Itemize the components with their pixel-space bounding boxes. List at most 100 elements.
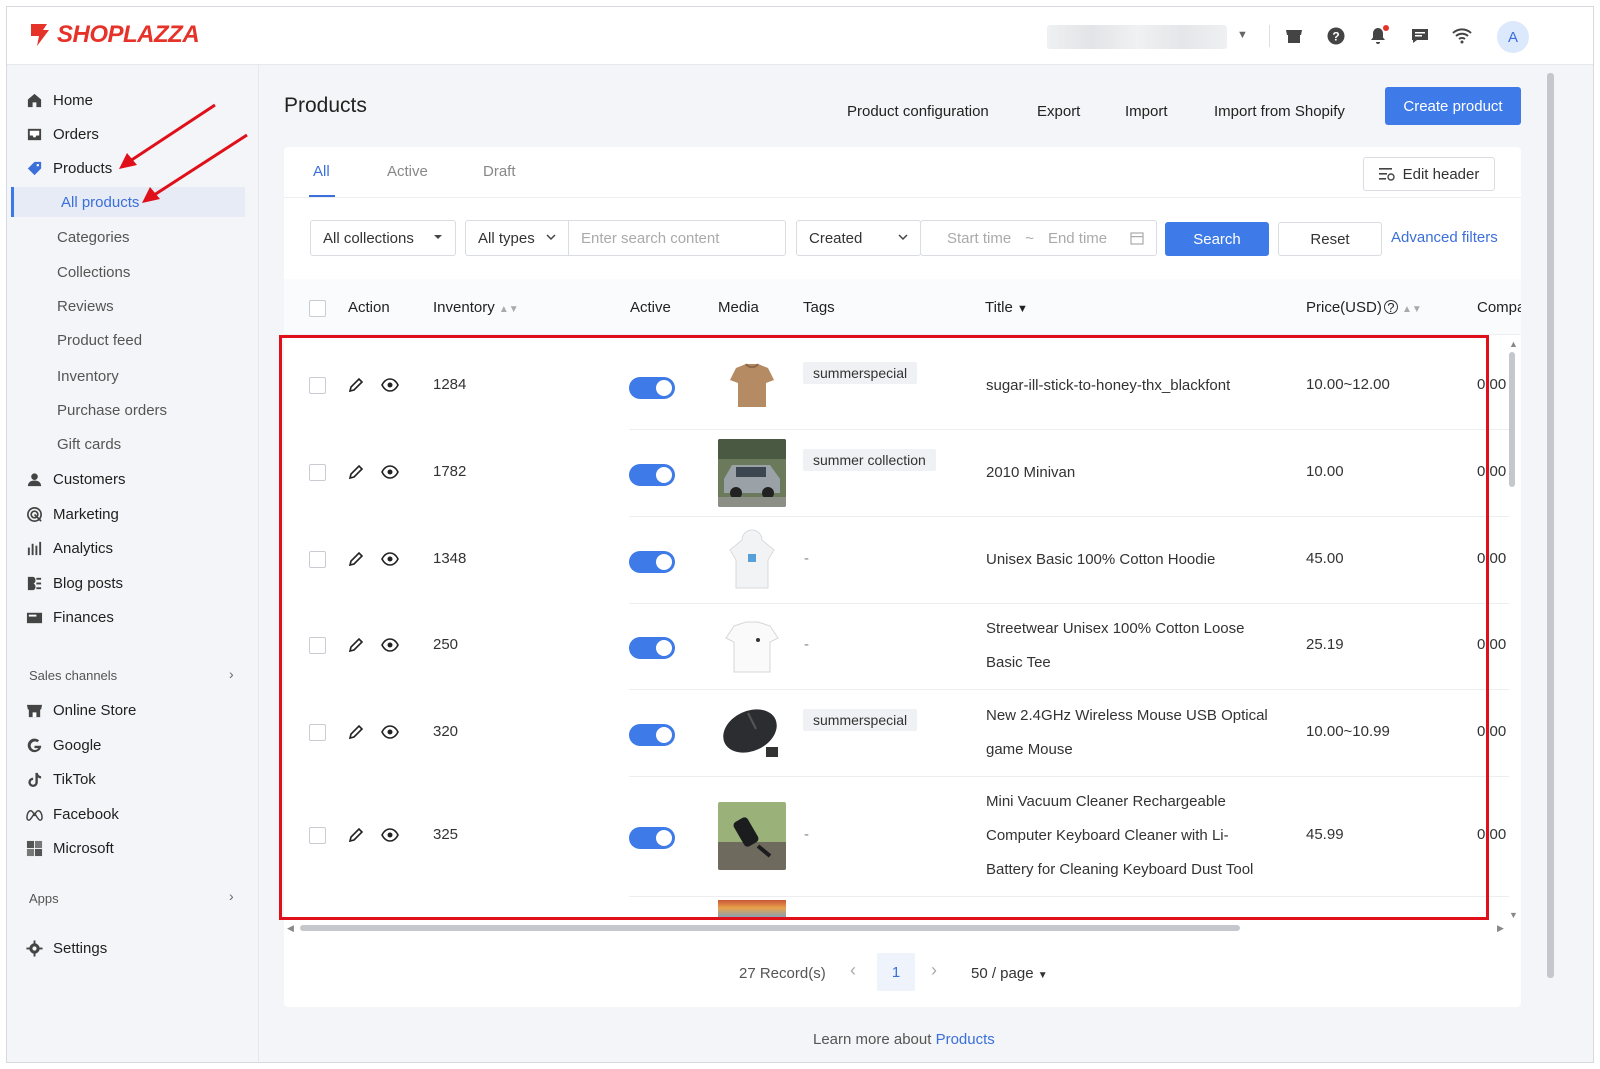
active-toggle[interactable] — [629, 723, 675, 746]
active-toggle[interactable] — [629, 463, 675, 486]
date-field-select[interactable]: Created — [796, 220, 921, 256]
sort-desc-icon[interactable]: ▼ — [1017, 303, 1028, 315]
sidebar-item-settings[interactable]: Settings — [7, 933, 259, 963]
advanced-filters-link[interactable]: Advanced filters — [1391, 229, 1498, 246]
product-thumbnail[interactable] — [718, 802, 786, 870]
sidebar-item-reviews[interactable]: Reviews — [7, 291, 259, 321]
edit-pencil-icon[interactable] — [347, 550, 365, 568]
sidebar-item-microsoft[interactable]: Microsoft — [7, 833, 259, 863]
edit-pencil-icon[interactable] — [347, 463, 365, 481]
scroll-down-icon[interactable]: ▼ — [1509, 910, 1518, 920]
column-price[interactable]: Price(USD)? ▲▼ — [1306, 299, 1422, 316]
help-icon[interactable]: ? — [1323, 23, 1349, 49]
create-product-button[interactable]: Create product — [1385, 87, 1521, 125]
product-thumbnail[interactable] — [718, 612, 786, 680]
product-title[interactable]: Unisex Basic 100% Cotton Hoodie — [986, 543, 1276, 577]
scroll-up-icon[interactable]: ▲ — [1509, 339, 1518, 349]
row-checkbox[interactable] — [309, 723, 326, 741]
info-icon[interactable]: ? — [1383, 300, 1398, 314]
store-selector[interactable] — [1047, 25, 1227, 49]
select-all-checkbox[interactable] — [309, 300, 326, 317]
table-horizontal-scrollbar[interactable] — [300, 925, 1240, 931]
edit-pencil-icon[interactable] — [347, 636, 365, 654]
prev-page-icon[interactable]: ‹ — [850, 960, 856, 981]
product-configuration-button[interactable]: Product configuration — [847, 93, 989, 129]
view-eye-icon[interactable] — [381, 636, 399, 654]
page-vertical-scrollbar[interactable] — [1547, 73, 1554, 978]
sidebar-item-customers[interactable]: Customers — [7, 464, 259, 494]
column-title[interactable]: Title ▼ — [985, 299, 1028, 316]
view-eye-icon[interactable] — [381, 826, 399, 844]
sidebar-item-collections[interactable]: Collections — [7, 257, 259, 287]
active-toggle[interactable] — [629, 550, 675, 573]
wifi-icon[interactable] — [1449, 23, 1475, 49]
product-title[interactable]: sugar-ill-stick-to-honey-thx_blackfont — [986, 369, 1276, 403]
sidebar-item-inventory[interactable]: Inventory — [7, 361, 259, 391]
product-thumbnail[interactable] — [718, 698, 786, 767]
sort-icon[interactable]: ▲▼ — [499, 304, 519, 315]
view-eye-icon[interactable] — [381, 550, 399, 568]
types-select[interactable]: All types — [465, 220, 569, 256]
sidebar-item-categories[interactable]: Categories — [7, 222, 259, 252]
brand-logo[interactable]: SHOPLAZZA — [27, 21, 200, 49]
sidebar-item-online-store[interactable]: Online Store — [7, 695, 259, 725]
product-title[interactable]: New 2.4GHz Wireless Mouse USB Optical ga… — [986, 699, 1276, 767]
product-title[interactable]: Streetwear Unisex 100% Cotton Loose Basi… — [986, 612, 1276, 680]
active-toggle[interactable] — [629, 637, 675, 659]
date-range-picker[interactable]: Start time ~ End time — [920, 220, 1157, 256]
page-size-select[interactable]: 50 / page ▼ — [971, 965, 1048, 982]
column-inventory[interactable]: Inventory ▲▼ — [433, 299, 519, 316]
sidebar-item-tiktok[interactable]: TikTok — [7, 764, 259, 794]
active-toggle[interactable] — [629, 827, 675, 849]
sidebar-item-blog-posts[interactable]: Blog posts — [7, 568, 259, 598]
row-checkbox[interactable] — [309, 827, 326, 844]
view-eye-icon[interactable] — [381, 723, 399, 741]
sort-icon[interactable]: ▲▼ — [1402, 304, 1422, 315]
tab-active[interactable]: Active — [387, 163, 428, 180]
sidebar-item-marketing[interactable]: Marketing — [7, 499, 259, 529]
import-from-shopify-button[interactable]: Import from Shopify — [1214, 93, 1345, 129]
edit-header-button[interactable]: Edit header — [1363, 157, 1495, 191]
product-title[interactable]: 2010 Minivan — [986, 456, 1276, 490]
tab-draft[interactable]: Draft — [483, 163, 516, 180]
sidebar-item-purchase-orders[interactable]: Purchase orders — [7, 395, 259, 425]
sidebar-item-product-feed[interactable]: Product feed — [7, 325, 259, 355]
row-checkbox[interactable] — [309, 550, 326, 568]
view-eye-icon[interactable] — [381, 463, 399, 481]
bell-icon[interactable] — [1365, 23, 1391, 49]
start-time-input[interactable]: Start time — [947, 230, 1011, 247]
sidebar-item-facebook[interactable]: Facebook — [7, 799, 259, 829]
import-button[interactable]: Import — [1125, 93, 1168, 129]
sidebar-item-google[interactable]: Google — [7, 730, 259, 760]
tab-all[interactable]: All — [313, 163, 330, 180]
page-number-current[interactable]: 1 — [877, 953, 915, 991]
chevron-right-icon[interactable]: › — [229, 888, 234, 904]
product-title[interactable]: Mini Vacuum Cleaner Rechargeable Compute… — [986, 785, 1276, 887]
next-page-icon[interactable]: › — [931, 960, 937, 981]
scroll-right-icon[interactable]: ▶ — [1497, 923, 1504, 934]
row-checkbox[interactable] — [309, 463, 326, 481]
row-checkbox[interactable] — [309, 637, 326, 654]
view-eye-icon[interactable] — [381, 376, 399, 394]
chevron-down-icon[interactable]: ▼ — [1237, 29, 1248, 41]
end-time-input[interactable]: End time — [1048, 230, 1107, 247]
export-button[interactable]: Export — [1037, 93, 1080, 129]
collections-select[interactable]: All collections — [310, 220, 456, 256]
search-button[interactable]: Search — [1165, 222, 1269, 256]
learn-more-link[interactable]: Products — [936, 1031, 995, 1048]
scroll-left-icon[interactable]: ◀ — [287, 923, 294, 934]
avatar[interactable]: A — [1497, 21, 1529, 53]
reset-button[interactable]: Reset — [1278, 222, 1382, 256]
chat-icon[interactable] — [1407, 23, 1433, 49]
sidebar-item-analytics[interactable]: Analytics — [7, 533, 259, 563]
edit-pencil-icon[interactable] — [347, 723, 365, 741]
table-vertical-scrollbar[interactable] — [1509, 352, 1515, 487]
row-checkbox[interactable] — [309, 377, 326, 394]
edit-pencil-icon[interactable] — [347, 826, 365, 844]
search-input[interactable]: Enter search content — [568, 220, 786, 256]
store-icon[interactable] — [1281, 23, 1307, 49]
product-thumbnail-partial[interactable] — [718, 900, 786, 920]
product-thumbnail[interactable] — [718, 350, 786, 418]
edit-pencil-icon[interactable] — [347, 376, 365, 394]
sidebar-item-finances[interactable]: Finances — [7, 602, 259, 632]
